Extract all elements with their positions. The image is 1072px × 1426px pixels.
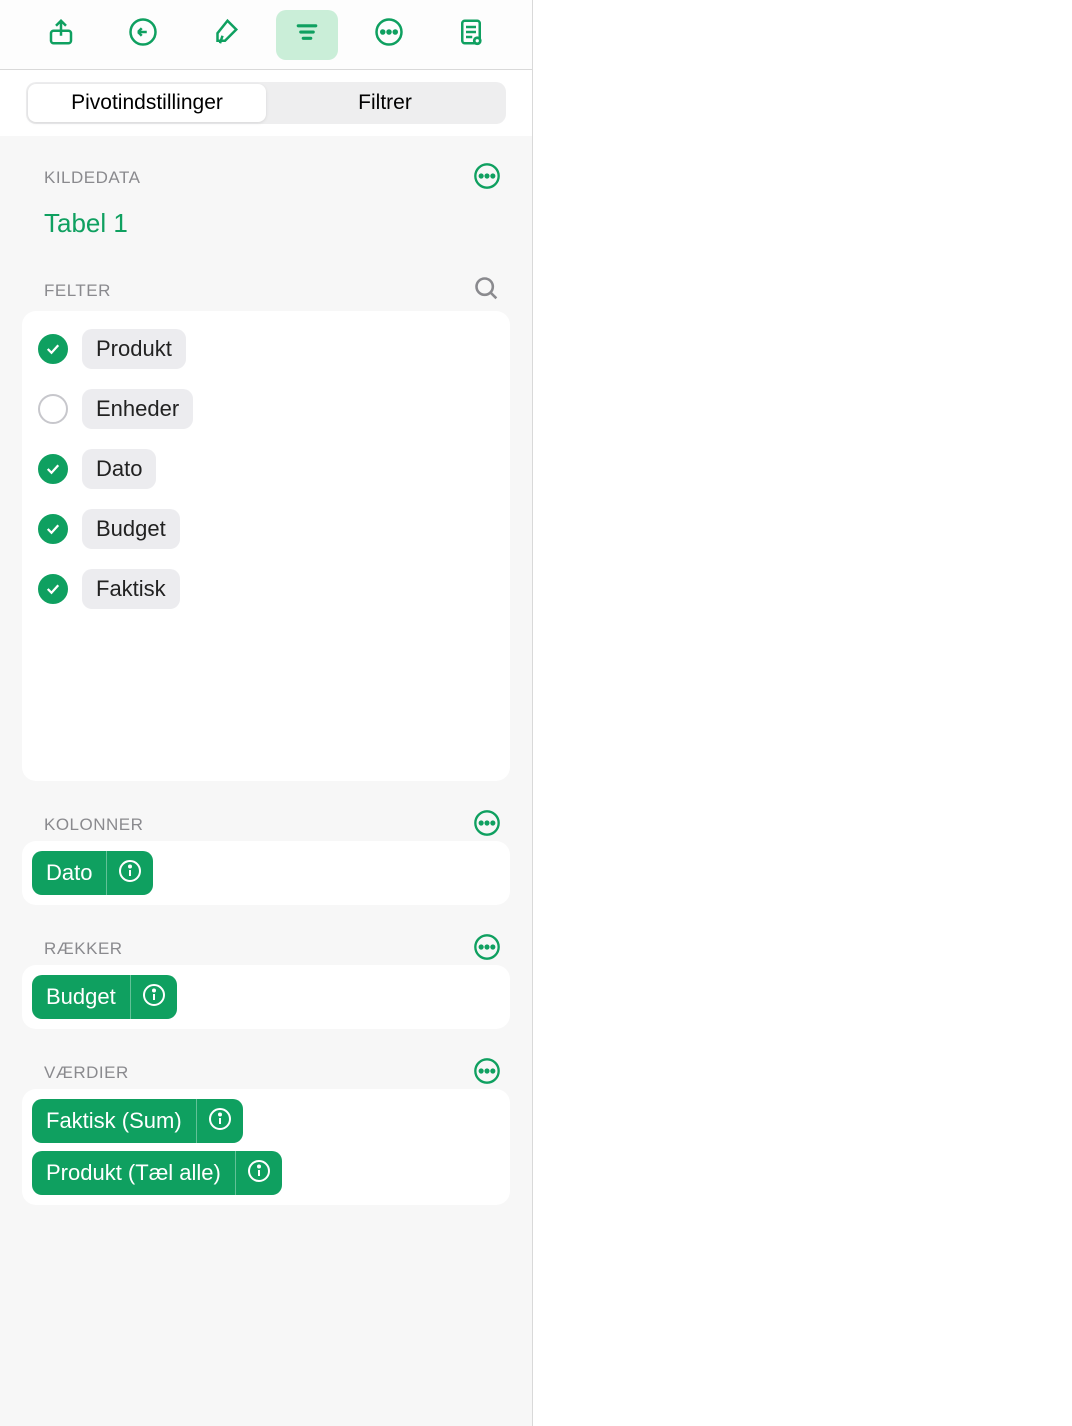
rows-more-button[interactable] [472,934,502,964]
source-section-label: KILDEDATA [44,168,140,188]
row-pill-label: Budget [32,975,131,1019]
more-circle-icon [473,162,501,195]
more-options-button[interactable] [358,10,420,60]
more-circle-icon [473,933,501,966]
field-row-faktisk: Faktisk [22,559,510,619]
pivot-options-panel: Pivotindstillinger Filtrer KILDEDATA Tab… [0,0,533,1426]
field-label-budget[interactable]: Budget [82,509,180,549]
fields-section-label: FELTER [44,281,111,301]
rows-section-label: RÆKKER [44,939,123,959]
field-label-faktisk[interactable]: Faktisk [82,569,180,609]
field-row-produkt: Produkt [22,319,510,379]
rows-drop-area[interactable]: Budget [22,965,510,1029]
info-icon [247,1159,271,1188]
value-pill-produkt[interactable]: Produkt (Tæl alle) [32,1151,282,1195]
document-review-button[interactable] [440,10,502,60]
columns-more-button[interactable] [472,810,502,840]
field-checkbox-enheder[interactable] [38,394,68,424]
more-circle-icon [473,1057,501,1090]
undo-button[interactable] [112,10,174,60]
format-brush-button[interactable] [194,10,256,60]
field-label-dato[interactable]: Dato [82,449,156,489]
value-pill-faktisk[interactable]: Faktisk (Sum) [32,1099,243,1143]
fields-list: Produkt Enheder Dato Budget [22,311,510,781]
panel-scroll-area: KILDEDATA Tabel 1 FELTER Produkt [0,136,532,1426]
pivot-tabs: Pivotindstillinger Filtrer [26,82,506,124]
columns-drop-area[interactable]: Dato [22,841,510,905]
fields-search-button[interactable] [472,276,502,306]
field-row-enheder: Enheder [22,379,510,439]
row-pill-info-button[interactable] [131,975,177,1019]
value-pill-label: Produkt (Tæl alle) [32,1151,236,1195]
row-pill-budget[interactable]: Budget [32,975,177,1019]
info-icon [118,859,142,888]
search-icon [473,275,501,308]
share-button[interactable] [30,10,92,60]
field-row-dato: Dato [22,439,510,499]
tab-pivot-settings-label: Pivotindstillinger [71,91,223,115]
values-section-label: VÆRDIER [44,1063,129,1083]
column-pill-label: Dato [32,851,107,895]
tab-filter[interactable]: Filtrer [266,84,504,122]
field-label-enheder[interactable]: Enheder [82,389,193,429]
columns-section-label: KOLONNER [44,815,143,835]
share-icon [46,17,76,52]
column-pill-info-button[interactable] [107,851,153,895]
values-drop-area[interactable]: Faktisk (Sum) Produkt (Tæl alle) [22,1089,510,1205]
format-toolbar [0,0,532,70]
field-label-produkt[interactable]: Produkt [82,329,186,369]
value-pill-label: Faktisk (Sum) [32,1099,197,1143]
field-checkbox-faktisk[interactable] [38,574,68,604]
source-section-header: KILDEDATA [0,136,532,190]
fields-section-header: FELTER [0,249,532,303]
columns-section-header: KOLONNER [0,781,532,835]
field-checkbox-dato[interactable] [38,454,68,484]
field-checkbox-budget[interactable] [38,514,68,544]
column-pill-dato[interactable]: Dato [32,851,153,895]
values-section-header: VÆRDIER [0,1029,532,1083]
value-pill-info-button[interactable] [197,1099,243,1143]
field-row-budget: Budget [22,499,510,559]
value-pill-info-button[interactable] [236,1151,282,1195]
values-more-button[interactable] [472,1058,502,1088]
source-more-button[interactable] [472,163,502,193]
more-circle-icon [473,809,501,842]
organize-button[interactable] [276,10,338,60]
organize-icon [292,17,322,52]
brush-icon [210,17,240,52]
doc-review-icon [456,17,486,52]
undo-icon [128,17,158,52]
tab-filter-label: Filtrer [358,91,412,115]
more-circle-icon [374,17,404,52]
tab-pivot-settings[interactable]: Pivotindstillinger [28,84,266,122]
source-table-name[interactable]: Tabel 1 [0,190,532,249]
info-icon [142,983,166,1012]
info-icon [208,1107,232,1136]
field-checkbox-produkt[interactable] [38,334,68,364]
rows-section-header: RÆKKER [0,905,532,959]
